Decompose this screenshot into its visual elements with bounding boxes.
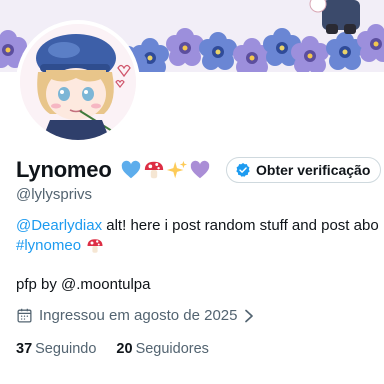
mushroom-icon <box>87 239 103 253</box>
profile-avatar[interactable] <box>16 20 140 144</box>
purple-heart-icon <box>190 160 209 179</box>
display-name: Lynomeo <box>16 157 112 182</box>
chevron-right-icon[interactable] <box>243 309 255 323</box>
bio-mention-link[interactable]: @Dearlydiax <box>16 216 102 236</box>
bio-line-1: @Dearlydiax alt! here i post random stuf… <box>16 216 384 236</box>
following-label: Seguindo <box>35 341 97 357</box>
followers-label: Seguidores <box>135 341 209 357</box>
calendar-icon <box>17 308 32 323</box>
following-count: 37 <box>16 341 33 357</box>
mushroom-icon <box>144 161 163 179</box>
bio-hashtag-link[interactable]: #lynomeo <box>16 236 81 256</box>
joined-date-row: Ingressou em agosto de 2025 <box>16 307 255 324</box>
follow-stats: 37 Seguindo 20 Seguidores <box>16 341 209 357</box>
followers-link[interactable]: 20 Seguidores <box>116 341 209 357</box>
profile-name-row: Lynomeo <box>16 156 211 184</box>
blue-heart-icon <box>121 160 140 179</box>
profile-handle: @lylysprivs <box>16 186 93 203</box>
joined-date-text: Ingressou em agosto de 2025 <box>39 307 238 324</box>
profile-bio: @Dearlydiax alt! here i post random stuf… <box>16 216 384 256</box>
bio-line-2: #lynomeo <box>16 236 384 256</box>
avatar-chibi-illustration <box>20 24 136 140</box>
name-emojis <box>120 159 211 181</box>
bio-pfp-credit: pfp by @.moontulpa <box>16 276 151 293</box>
sparkles-icon <box>166 160 187 179</box>
followers-count: 20 <box>116 341 133 357</box>
following-link[interactable]: 37 Seguindo <box>16 341 96 357</box>
get-verified-label: Obter verificação <box>256 162 371 178</box>
get-verified-button[interactable]: Obter verificação <box>226 157 382 183</box>
bio-text: alt! here i post random stuff and post a… <box>102 217 379 234</box>
verified-badge-icon <box>236 163 250 177</box>
